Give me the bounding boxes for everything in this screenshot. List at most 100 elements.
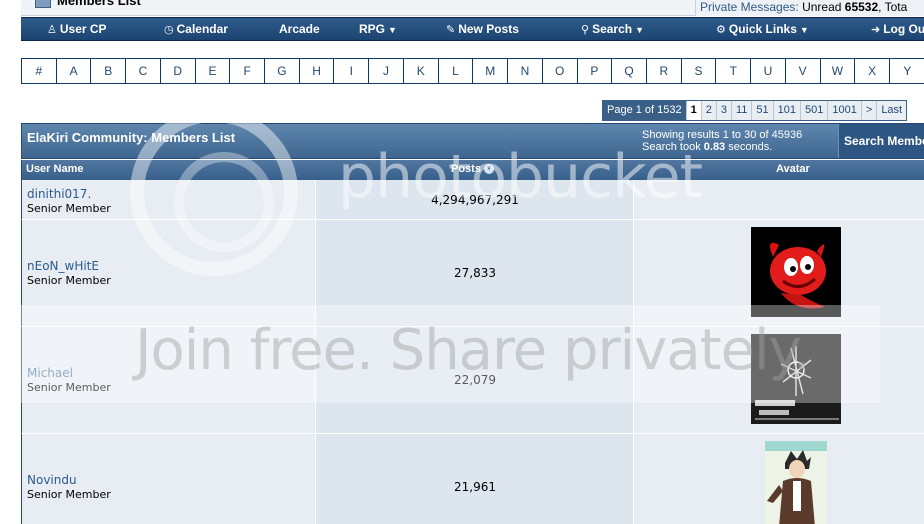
- letter-filter-y[interactable]: Y: [890, 59, 924, 83]
- search-took-suffix: seconds.: [728, 141, 773, 153]
- page-link[interactable]: Last: [876, 101, 906, 120]
- user-title: Senior Member: [27, 274, 111, 287]
- letter-filter-l[interactable]: L: [439, 59, 474, 83]
- page-title: Members List: [57, 0, 141, 8]
- page-link[interactable]: 1001: [827, 101, 860, 120]
- letter-filter-h[interactable]: H: [300, 59, 335, 83]
- nav-calendar[interactable]: ◷ Calendar: [164, 18, 228, 40]
- search-members-button[interactable]: Search Membe: [838, 124, 924, 158]
- letter-filter-t[interactable]: T: [716, 59, 752, 83]
- letter-filter-b[interactable]: B: [91, 59, 127, 83]
- letter-filter-v[interactable]: V: [786, 59, 821, 83]
- page-link[interactable]: 101: [772, 101, 800, 120]
- page-link[interactable]: >: [860, 101, 876, 120]
- search-time: 0.83: [703, 141, 726, 153]
- letter-filter-bar: # A B C D E F G H I J K L M N O P Q R S T U V W X Y: [21, 58, 924, 84]
- nav-calendar-label: Calendar: [176, 22, 228, 36]
- username-link[interactable]: Novindu: [27, 473, 77, 487]
- post-count: 21,961: [454, 480, 496, 494]
- photobucket-watermark-logo: [130, 108, 298, 276]
- breadcrumb: Members List: [35, 0, 141, 8]
- table-row: Novindu Senior Member 21,961: [21, 434, 924, 524]
- letter-filter-e[interactable]: E: [196, 59, 231, 83]
- pagination: Page 1 of 1532 1 2 3 11 51 101 501 1001 > Last: [602, 100, 908, 121]
- sort-descending-icon[interactable]: ▼: [483, 164, 494, 175]
- page: Members List Private Messages: Unread 65…: [0, 0, 924, 524]
- nav-new-posts-label: New Posts: [458, 22, 519, 36]
- red-devil-avatar[interactable]: [751, 227, 841, 317]
- nav-arcade[interactable]: Arcade: [279, 18, 320, 40]
- page-link-current[interactable]: 1: [685, 101, 701, 120]
- search-icon: ⚲: [581, 24, 590, 36]
- avatar-cell: [634, 180, 924, 219]
- main-navbar: ♙ User CP ◷ Calendar Arcade RPG ▼ ✎ New Post…: [21, 17, 924, 41]
- letter-filter-hash[interactable]: #: [22, 59, 57, 83]
- calendar-icon: ◷: [164, 24, 174, 36]
- nav-log-out[interactable]: ➜ Log Ou: [871, 18, 924, 40]
- private-messages-link[interactable]: Private Messages:: [700, 0, 799, 14]
- linkin-park-avatar[interactable]: [751, 334, 841, 424]
- anime-character-avatar[interactable]: [765, 441, 827, 524]
- user-icon: ♙: [47, 24, 57, 36]
- quick-links-icon: ⚙: [716, 24, 726, 36]
- page-link[interactable]: 3: [715, 101, 731, 120]
- letter-filter-j[interactable]: J: [369, 59, 404, 83]
- nav-arcade-label: Arcade: [279, 22, 320, 36]
- user-title: Senior Member: [27, 381, 111, 394]
- chevron-down-icon: ▼: [635, 25, 645, 35]
- forum-home-icon[interactable]: [35, 0, 51, 8]
- private-messages-bar[interactable]: Private Messages: Unread 65532, Tota: [695, 0, 924, 16]
- avatar-cell: [634, 327, 924, 433]
- post-count: 27,833: [454, 266, 496, 280]
- nav-new-posts[interactable]: ✎ New Posts: [446, 18, 519, 40]
- letter-filter-w[interactable]: W: [821, 59, 856, 83]
- letter-filter-a[interactable]: A: [57, 59, 92, 83]
- column-header-posts[interactable]: Posts ▼: [451, 163, 494, 175]
- letter-filter-x[interactable]: X: [855, 59, 890, 83]
- results-range-text: Showing results 1 to 30 of 45936: [642, 129, 803, 141]
- username-link[interactable]: dinithi017.: [27, 187, 91, 201]
- letter-filter-g[interactable]: G: [265, 59, 300, 83]
- posts-cell: 27,833: [316, 220, 634, 326]
- avatar-cell: [634, 434, 924, 524]
- nav-quick-links[interactable]: ⚙ Quick Links ▼: [716, 18, 809, 40]
- log-out-icon: ➜: [871, 24, 881, 36]
- results-summary: Showing results 1 to 30 of 45936 Search …: [642, 129, 802, 153]
- page-link[interactable]: 2: [700, 101, 716, 120]
- table-row: Michael Senior Member 22,079: [21, 327, 924, 434]
- letter-filter-n[interactable]: N: [508, 59, 543, 83]
- posts-cell: 4,294,967,291: [316, 180, 634, 219]
- page-link[interactable]: 11: [731, 101, 751, 120]
- page-link[interactable]: 51: [751, 101, 772, 120]
- letter-filter-q[interactable]: Q: [612, 59, 647, 83]
- letter-filter-o[interactable]: O: [543, 59, 578, 83]
- letter-filter-u[interactable]: U: [751, 59, 786, 83]
- letter-filter-r[interactable]: R: [647, 59, 682, 83]
- page-count-label: Page 1 of 1532: [603, 101, 686, 120]
- total-label: Tota: [884, 0, 908, 14]
- username-cell: Novindu Senior Member: [22, 434, 316, 524]
- column-header-username[interactable]: User Name: [26, 163, 83, 175]
- page-link[interactable]: 501: [800, 101, 827, 120]
- letter-filter-c[interactable]: C: [126, 59, 161, 83]
- nav-rpg[interactable]: RPG ▼: [359, 18, 397, 40]
- posts-cell: 22,079: [316, 327, 634, 433]
- search-took-label: Search took: [642, 141, 701, 153]
- letter-filter-s[interactable]: S: [682, 59, 717, 83]
- letter-filter-k[interactable]: K: [404, 59, 439, 83]
- letter-filter-m[interactable]: M: [473, 59, 509, 83]
- user-title: Senior Member: [27, 488, 111, 501]
- chevron-down-icon: ▼: [799, 25, 809, 35]
- letter-filter-i[interactable]: I: [334, 59, 370, 83]
- letter-filter-p[interactable]: P: [578, 59, 613, 83]
- post-count: 22,079: [454, 373, 496, 387]
- letter-filter-f[interactable]: F: [230, 59, 266, 83]
- username-cell: Michael Senior Member: [22, 327, 316, 433]
- column-header-posts-label: Posts: [451, 163, 481, 175]
- username-link[interactable]: nEoN_wHitE: [27, 259, 99, 273]
- nav-user-cp[interactable]: ♙ User CP: [47, 18, 107, 40]
- letter-filter-d[interactable]: D: [161, 59, 196, 83]
- username-link[interactable]: Michael: [27, 366, 73, 380]
- nav-search[interactable]: ⚲ Search ▼: [581, 18, 644, 40]
- nav-user-cp-label: User CP: [59, 22, 107, 36]
